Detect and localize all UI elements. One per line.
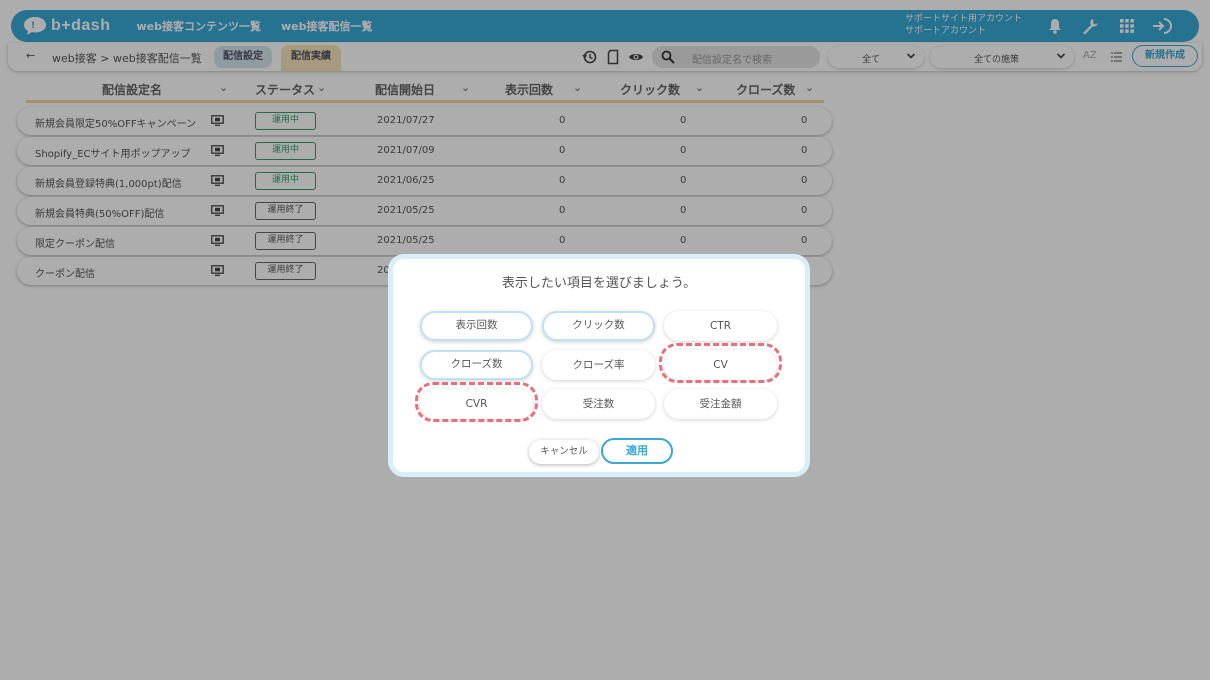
option-order-amount[interactable]: 受注金額 bbox=[664, 389, 777, 419]
cancel-button[interactable]: キャンセル bbox=[529, 440, 599, 464]
cvr-highlight-marker bbox=[415, 382, 538, 422]
option-closes[interactable]: クローズ数 bbox=[420, 350, 533, 380]
option-views[interactable]: 表示回数 bbox=[420, 311, 533, 341]
option-ctr[interactable]: CTR bbox=[664, 311, 777, 341]
column-select-modal: 表示したい項目を選びましょう。 表示回数 クリック数 CTR クローズ数 クロー… bbox=[388, 254, 810, 477]
cv-highlight-marker bbox=[659, 343, 782, 383]
option-close-rate[interactable]: クローズ率 bbox=[542, 350, 655, 380]
apply-button[interactable]: 適用 bbox=[601, 438, 673, 464]
modal-title: 表示したい項目を選びましょう。 bbox=[501, 276, 697, 291]
option-orders[interactable]: 受注数 bbox=[542, 389, 655, 419]
option-clicks[interactable]: クリック数 bbox=[542, 311, 655, 341]
